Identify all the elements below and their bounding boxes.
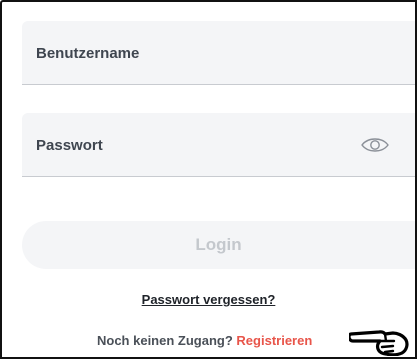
username-field[interactable]: Benutzername (22, 21, 415, 85)
pointing-hand-icon (349, 330, 409, 356)
username-placeholder: Benutzername (36, 45, 140, 62)
password-field[interactable]: Passwort (22, 113, 415, 177)
login-button[interactable]: Login (22, 221, 415, 269)
register-link[interactable]: Registrieren (236, 333, 312, 348)
signup-row: Noch keinen Zugang? Registrieren (97, 333, 312, 348)
eye-icon[interactable] (360, 135, 390, 155)
forgot-password-row: Passwort vergessen? (2, 292, 415, 307)
forgot-password-link[interactable]: Passwort vergessen? (142, 292, 276, 307)
no-account-text: Noch keinen Zugang? (97, 333, 233, 348)
password-placeholder: Passwort (36, 137, 103, 154)
login-panel: Benutzername Passwort Login Passwort ver… (0, 0, 417, 359)
